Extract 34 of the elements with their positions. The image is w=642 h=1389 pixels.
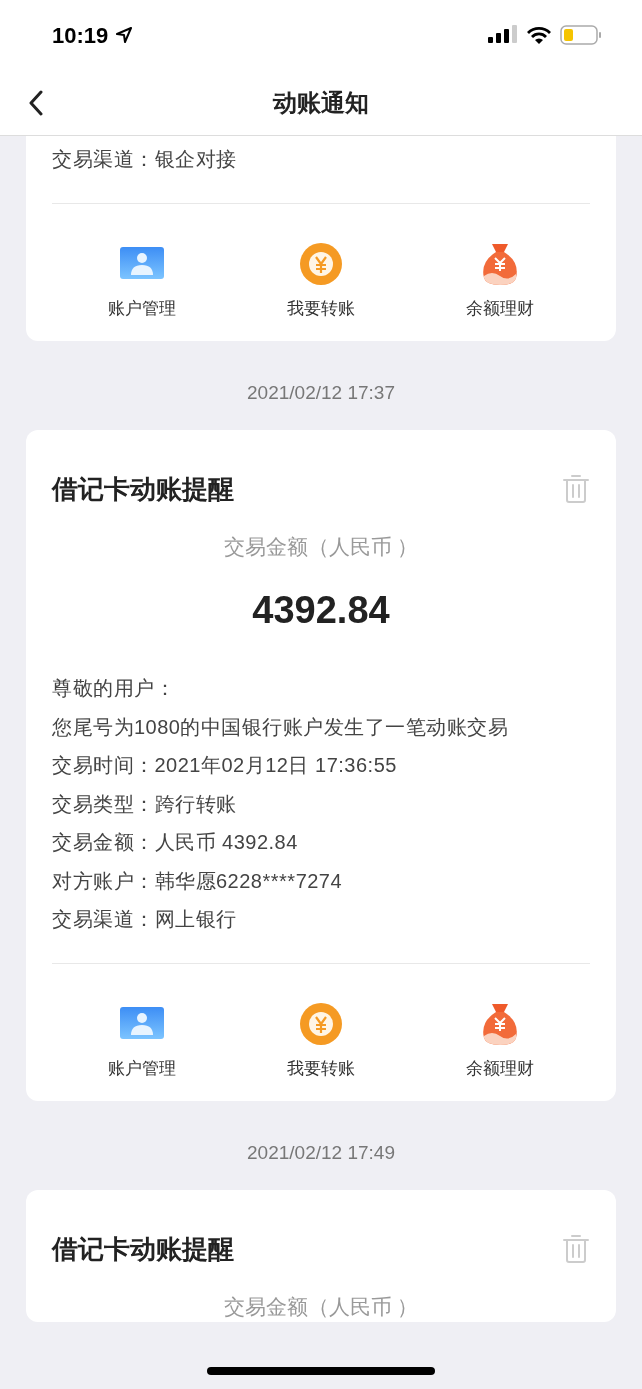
coin-icon xyxy=(299,241,343,286)
amount-label: 交易金额（人民币 ） xyxy=(222,1293,420,1320)
notice-text: 交易类型：跨行转账 xyxy=(52,791,238,817)
action-button[interactable]: 账户管理 xyxy=(52,1001,232,1081)
notice-text: 您尾号为1080的中国银行账户发生了一笔动账交易 xyxy=(52,714,510,740)
action-button[interactable]: 余额理财 xyxy=(410,241,590,321)
notice-text: 交易渠道：网上银行 xyxy=(52,907,238,932)
battery-icon xyxy=(560,24,602,46)
notice-text: 对方账户：韩华愿6228****7274 xyxy=(52,868,344,894)
notice-title: 借记卡动账提醒 xyxy=(52,472,234,506)
delete-icon[interactable] xyxy=(562,474,590,504)
status-time: 10:19 xyxy=(52,21,109,50)
account-icon xyxy=(119,1006,164,1041)
page-title: 动账通知 xyxy=(273,87,369,118)
action-button[interactable]: 我要转账 xyxy=(231,241,411,321)
wifi-icon xyxy=(526,25,552,45)
notice-title: 借记卡动账提醒 xyxy=(52,1232,234,1266)
notice-text: 交易时间：2021年02月12日 17:36:55 xyxy=(52,753,398,778)
notice-text: 交易渠道：银企对接 xyxy=(52,147,238,172)
amount-label: 交易金额（人民币 ） xyxy=(222,533,420,560)
notice-text: 尊敬的用户： xyxy=(52,676,176,701)
location-icon xyxy=(116,27,133,43)
amount-value: 4392.84 xyxy=(251,588,391,633)
back-icon[interactable] xyxy=(28,90,44,116)
notice-text: 交易金额：人民币 4392.84 xyxy=(52,830,299,855)
action-button[interactable]: 余额理财 xyxy=(410,1001,590,1081)
notice-date: 2021/02/12 17:37 xyxy=(246,381,396,405)
action-button[interactable]: 我要转账 xyxy=(231,1001,411,1081)
delete-icon[interactable] xyxy=(562,1234,590,1264)
action-button[interactable]: 账户管理 xyxy=(52,241,232,321)
account-icon xyxy=(119,246,164,281)
signal-icon xyxy=(488,25,518,45)
notice-date: 2021/02/12 17:49 xyxy=(246,1141,396,1165)
coin-icon xyxy=(299,1001,343,1046)
